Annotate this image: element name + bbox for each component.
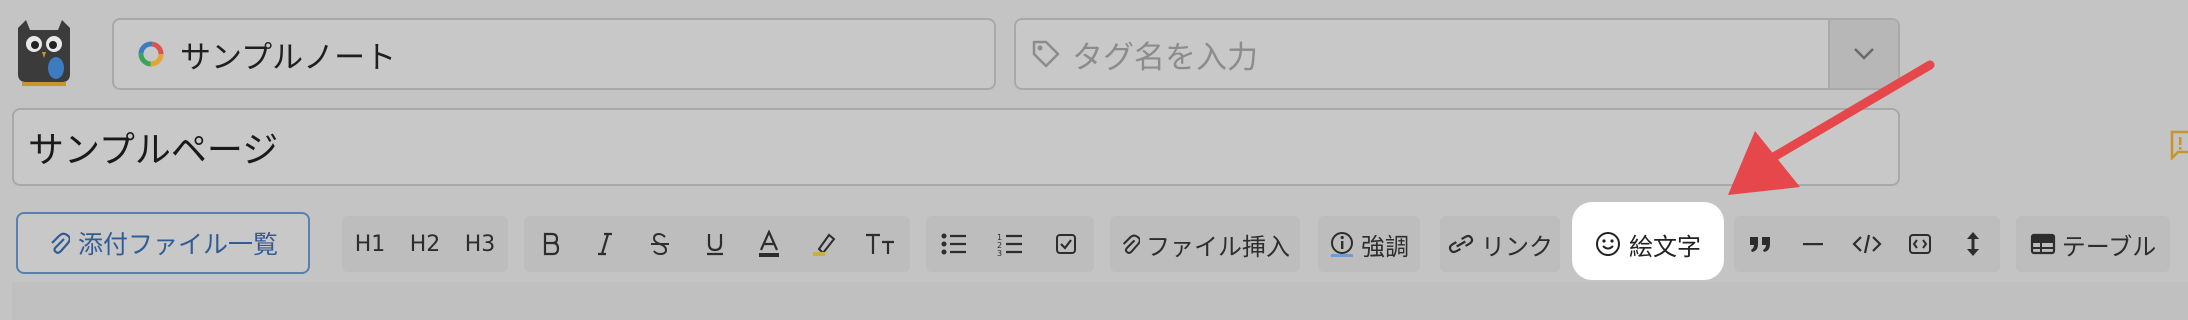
underline-icon (707, 234, 723, 256)
horizontal-rule-button[interactable] (1786, 216, 1840, 272)
emoji-button[interactable]: 絵文字 (1582, 216, 1714, 272)
comment-icon[interactable] (2168, 130, 2188, 160)
list-group: 123 (926, 216, 1094, 272)
file-insert-button[interactable]: ファイル挿入 (1110, 216, 1300, 272)
line-height-button[interactable] (1946, 216, 2000, 272)
tag-icon (1032, 40, 1060, 68)
table-icon (2030, 233, 2055, 255)
paperclip-icon (1122, 234, 1140, 254)
highlight-button[interactable] (796, 216, 852, 272)
code-block-button[interactable] (1894, 216, 1946, 272)
file-insert-group: ファイル挿入 (1110, 216, 1300, 272)
tag-placeholder: タグ名を入力 (1072, 39, 1258, 76)
quote-button[interactable] (1734, 216, 1786, 272)
quote-icon (1750, 237, 1770, 252)
highlighter-icon (813, 233, 836, 256)
strikethrough-button[interactable] (632, 216, 688, 272)
link-icon (1448, 234, 1474, 254)
link-button[interactable]: リンク (1440, 216, 1560, 272)
link-label: リンク (1481, 232, 1553, 261)
link-group: リンク (1440, 216, 1560, 272)
h1-button[interactable]: H1 (342, 216, 398, 272)
numbered-list-icon: 123 (997, 233, 1022, 256)
file-insert-label: ファイル挿入 (1146, 232, 1290, 261)
notebook-name: サンプルノート (180, 39, 397, 76)
checkbox-icon (1056, 234, 1076, 254)
bullet-list-button[interactable] (926, 216, 982, 272)
underline-button[interactable] (688, 216, 742, 272)
svg-text:3: 3 (997, 249, 1002, 256)
annotation-arrow-icon (1728, 60, 1935, 195)
table-button[interactable]: テーブル (2016, 216, 2170, 272)
horizontal-rule-icon (1803, 243, 1823, 246)
italic-icon (598, 232, 612, 256)
font-size-button[interactable] (852, 216, 910, 272)
table-group: テーブル (2016, 216, 2170, 272)
checklist-button[interactable] (1038, 216, 1094, 272)
bold-button[interactable] (524, 216, 578, 272)
bullet-list-icon (941, 233, 966, 255)
emphasis-button[interactable]: 強調 (1318, 216, 1420, 272)
code-icon (1852, 234, 1882, 254)
h3-button[interactable]: H3 (452, 216, 508, 272)
attachments-list-button[interactable]: 添付ファイル一覧 (16, 212, 310, 274)
emphasis-group: 強調 (1318, 216, 1420, 272)
vertical-resize-icon (1967, 232, 1979, 256)
paperclip-icon (51, 232, 70, 254)
info-icon (1331, 232, 1353, 257)
code-block-icon (1909, 234, 1931, 254)
table-label: テーブル (2061, 232, 2157, 261)
strikethrough-icon (651, 232, 669, 256)
bold-icon (543, 232, 560, 256)
notebook-ring-icon (138, 41, 164, 67)
code-button[interactable] (1840, 216, 1894, 272)
numbered-list-button[interactable]: 123 (982, 216, 1038, 272)
emoji-label: 絵文字 (1629, 232, 1701, 261)
owl-logo (18, 20, 70, 86)
italic-button[interactable] (578, 216, 632, 272)
smiley-icon (1596, 232, 1620, 256)
attachments-list-label: 添付ファイル一覧 (77, 230, 278, 259)
notebook-selector[interactable]: サンプルノート (112, 18, 996, 90)
page-title-input[interactable]: サンプルページ (12, 108, 1900, 186)
misc-group (1734, 216, 2000, 272)
emphasis-label: 強調 (1361, 232, 1409, 261)
text-color-icon (759, 230, 779, 257)
heading-group: H1 H2 H3 (342, 216, 508, 272)
text-color-button[interactable] (742, 216, 796, 272)
editor-area[interactable] (12, 282, 2188, 320)
text-format-group (524, 216, 910, 272)
font-size-icon (866, 233, 894, 254)
h2-button[interactable]: H2 (398, 216, 452, 272)
